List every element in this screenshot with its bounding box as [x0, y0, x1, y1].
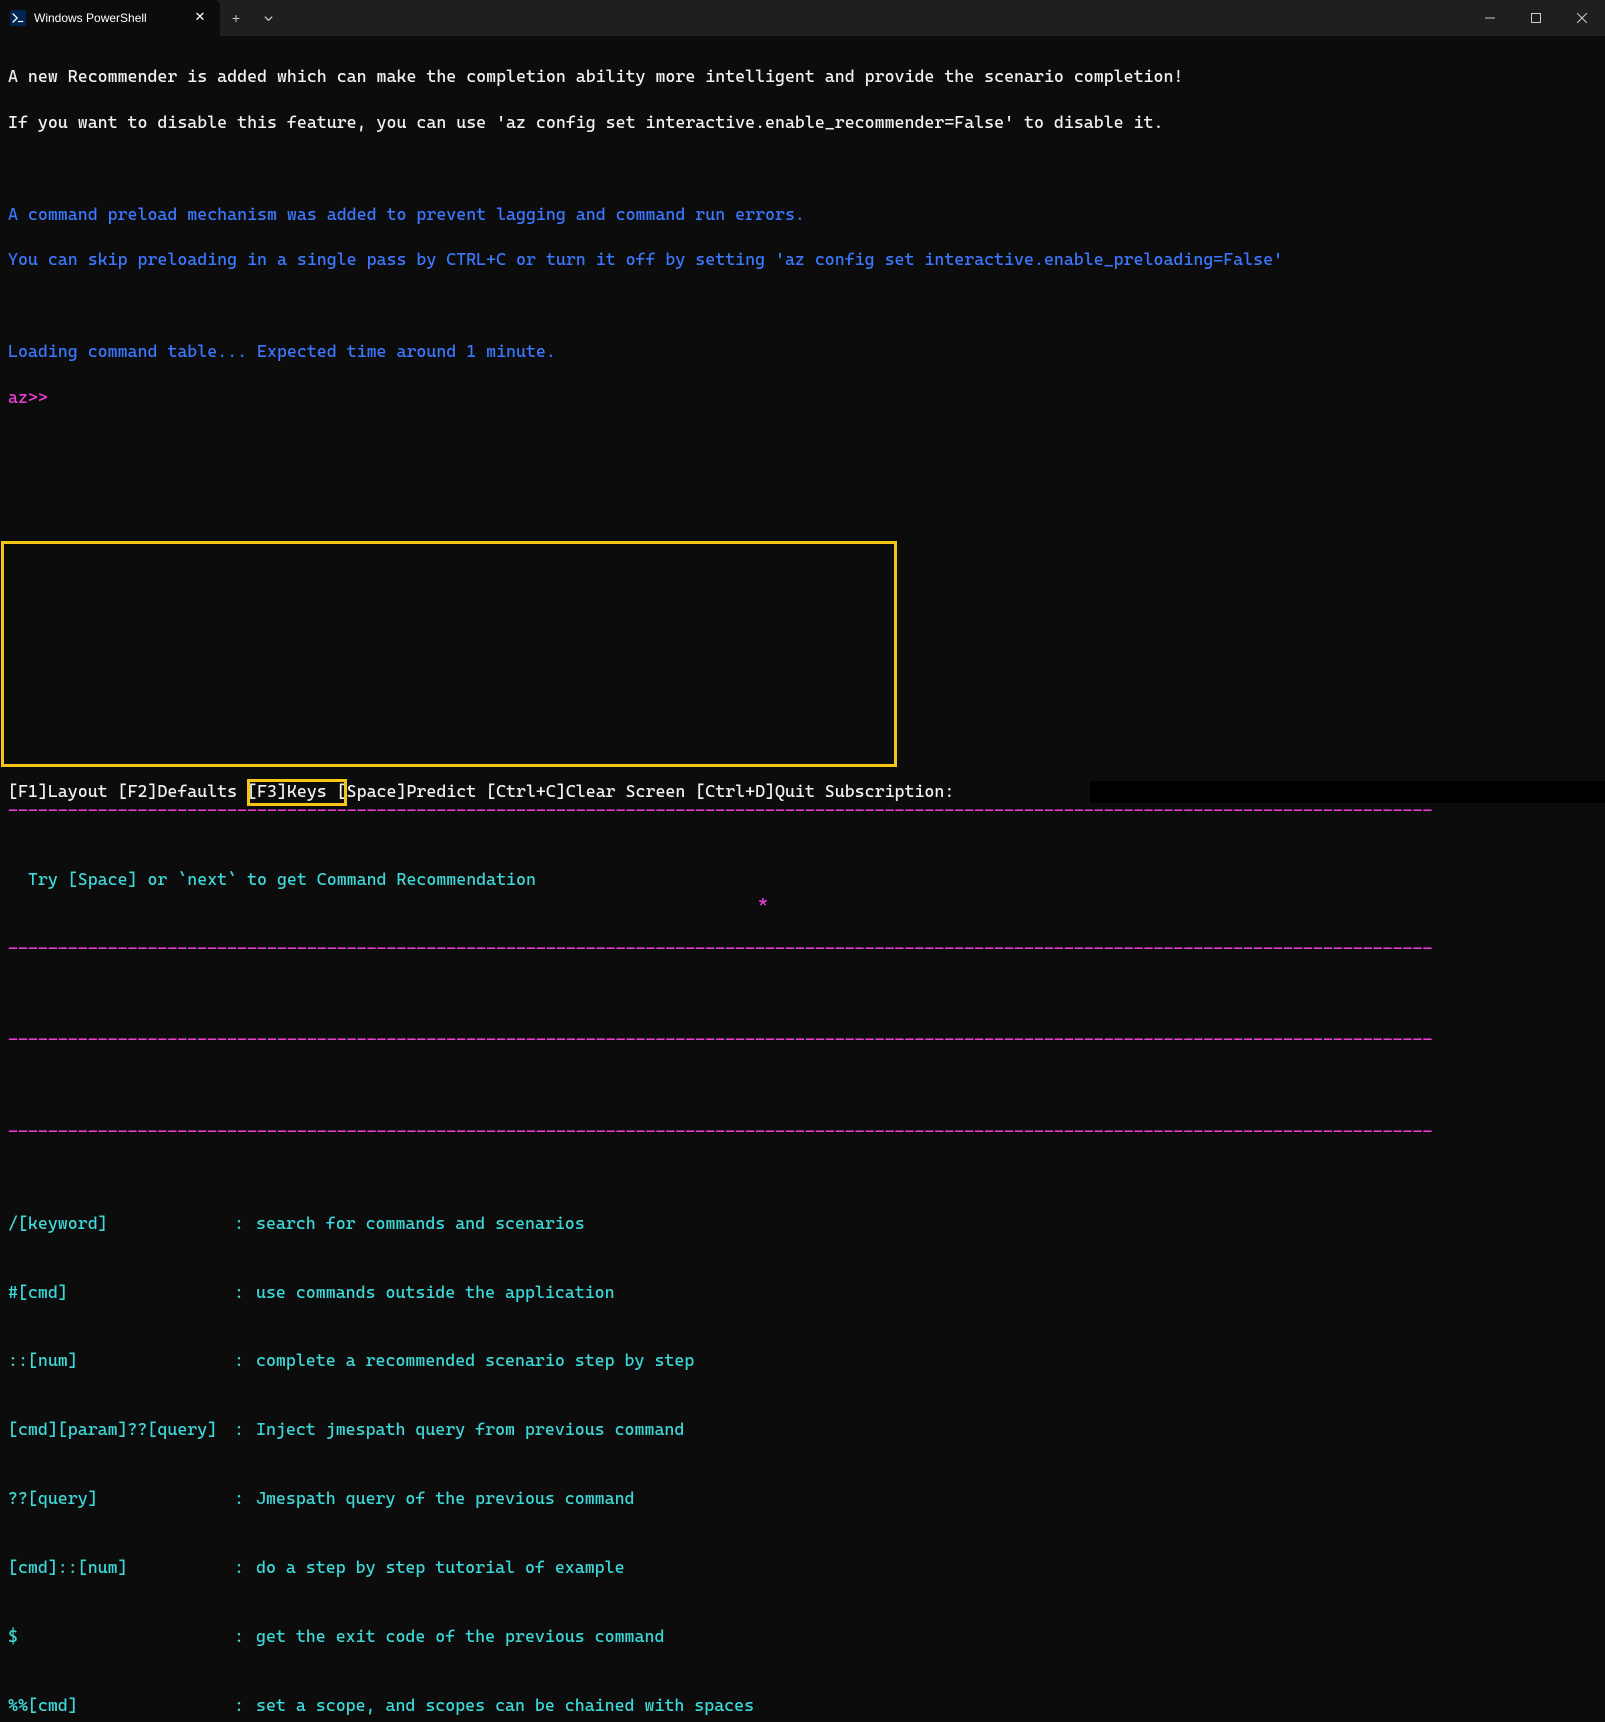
help-row: [cmd]::[num]: do a step by step tutorial… [8, 1556, 1597, 1579]
footer-bar: [F1]Layout [F2]Defaults [F3]Keys [Space]… [8, 780, 1597, 803]
help-row: ??[query]: Jmespath query of the previou… [8, 1487, 1597, 1510]
new-tab-button[interactable]: + [220, 0, 252, 36]
help-row: [cmd][param]??[query]: Inject jmespath q… [8, 1418, 1597, 1441]
divider: ----------------------------------------… [8, 1120, 1597, 1143]
output-line: Loading command table... Expected time a… [8, 340, 1597, 363]
minimize-button[interactable] [1467, 0, 1513, 36]
tab-dropdown-button[interactable] [252, 0, 284, 36]
window-close-button[interactable] [1559, 0, 1605, 36]
output-line: You can skip preloading in a single pass… [8, 248, 1597, 271]
help-row: $: get the exit code of the previous com… [8, 1625, 1597, 1648]
help-row: %%[cmd]: set a scope, and scopes can be … [8, 1694, 1597, 1717]
prompt[interactable]: az>> [8, 386, 1597, 409]
help-row: #[cmd]: use commands outside the applica… [8, 1281, 1597, 1304]
terminal-output[interactable]: A new Recommender is added which can mak… [0, 36, 1605, 1722]
window-controls [1467, 0, 1605, 36]
close-icon[interactable]: ✕ [192, 10, 208, 26]
divider: ----------------------------------------… [8, 937, 1597, 960]
tab-powershell[interactable]: Windows PowerShell ✕ [0, 0, 220, 36]
tab-title: Windows PowerShell [34, 10, 184, 26]
help-row: /[keyword]: search for commands and scen… [8, 1212, 1597, 1235]
titlebar: Windows PowerShell ✕ + [0, 0, 1605, 36]
output-line: If you want to disable this feature, you… [8, 111, 1597, 134]
divider: ----------------------------------------… [8, 1028, 1597, 1051]
hint-text: Try [Space] or `next` to get Command Rec… [28, 869, 536, 889]
output-line: A command preload mechanism was added to… [8, 203, 1597, 226]
help-row: ::[num]: complete a recommended scenario… [8, 1349, 1597, 1372]
help-table: /[keyword]: search for commands and scen… [8, 1166, 1597, 1722]
output-line: A new Recommender is added which can mak… [8, 65, 1597, 88]
maximize-button[interactable] [1513, 0, 1559, 36]
hint-star: * [758, 891, 768, 914]
powershell-icon [10, 10, 26, 26]
